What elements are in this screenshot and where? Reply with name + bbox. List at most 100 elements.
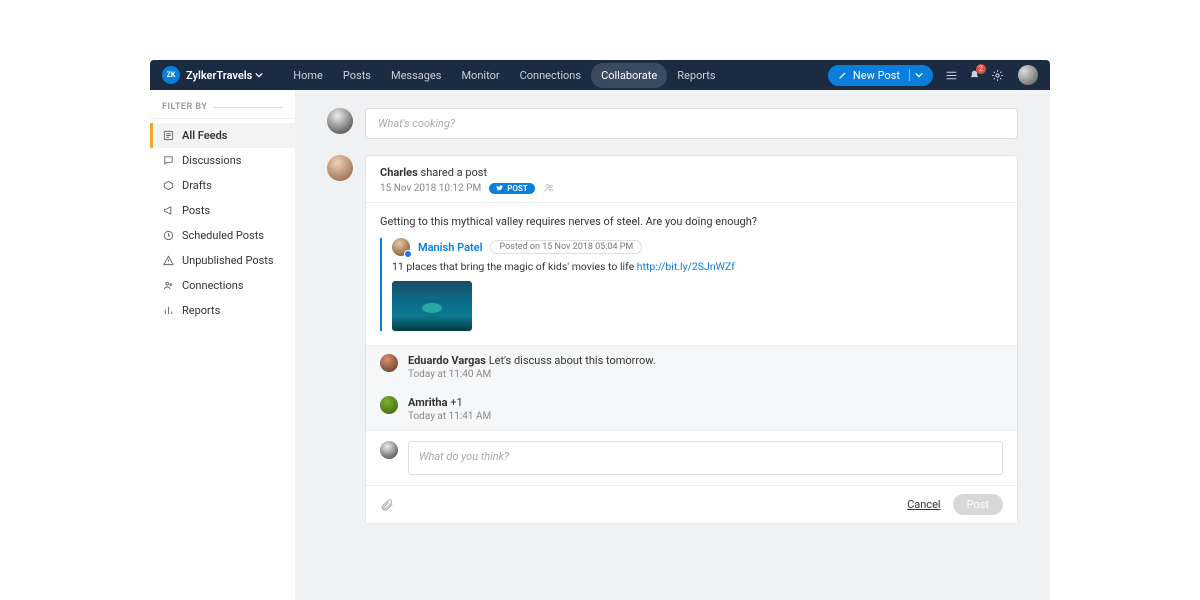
post-actions: Cancel Post <box>366 485 1017 523</box>
post-author-name: Charles <box>380 166 418 179</box>
comment-line: Amritha +1 <box>408 396 491 409</box>
post-verb: shared a post <box>421 166 488 179</box>
sidebar-item-scheduled[interactable]: Scheduled Posts <box>150 223 295 248</box>
sidebar-item-discussions[interactable]: Discussions <box>150 148 295 173</box>
shared-text: 11 places that bring the magic of kids' … <box>392 260 1003 273</box>
brand-dropdown-caret[interactable] <box>255 71 263 79</box>
shared-header: Manish Patel Posted on 15 Nov 2018 05:04… <box>392 238 1003 256</box>
comment-row: Amritha +1 Today at 11:41 AM <box>366 388 1017 430</box>
reply-box: What do you think? <box>366 430 1017 485</box>
user-avatar[interactable] <box>1018 65 1038 85</box>
sidebar-item-unpublished[interactable]: Unpublished Posts <box>150 248 295 273</box>
post-header: Charles shared a post 15 Nov 2018 10:12 … <box>366 156 1017 203</box>
comment-time: Today at 11:40 AM <box>408 369 656 380</box>
topbar-icons: 2 <box>945 65 1038 85</box>
post-type-badge: POST <box>489 183 534 194</box>
comment-text: +1 <box>450 396 462 409</box>
sidebar-item-all-feeds[interactable]: All Feeds <box>150 123 295 148</box>
nav-posts[interactable]: Posts <box>333 63 381 88</box>
post-badge-label: POST <box>507 184 527 193</box>
pencil-icon <box>838 70 848 80</box>
feed-icon <box>162 130 174 141</box>
nav-monitor[interactable]: Monitor <box>451 63 509 88</box>
comment-text: Let's discuss about this tomorrow. <box>489 354 656 367</box>
nav-connections[interactable]: Connections <box>510 63 591 88</box>
brand-logo: ZK <box>162 66 180 84</box>
filter-title: FILTER BY <box>150 102 295 119</box>
post-card: Charles shared a post 15 Nov 2018 10:12 … <box>365 155 1018 524</box>
nav-home[interactable]: Home <box>283 63 333 88</box>
comment-body: Eduardo Vargas Let's discuss about this … <box>408 354 656 380</box>
sidebar-item-posts[interactable]: Posts <box>150 198 295 223</box>
menu-icon[interactable] <box>945 69 958 82</box>
box-icon <box>162 180 174 191</box>
comment-author: Eduardo Vargas <box>408 354 486 367</box>
nav-messages[interactable]: Messages <box>381 63 451 88</box>
comment-body: Amritha +1 Today at 11:41 AM <box>408 396 491 422</box>
sidebar-item-label: Discussions <box>182 154 241 167</box>
nav-reports[interactable]: Reports <box>667 63 725 88</box>
shared-link[interactable]: http://bit.ly/2SJnWZf <box>637 260 735 273</box>
main-feed: What's cooking? Charles shared a post 15… <box>295 90 1050 600</box>
comment-author: Amritha <box>408 396 447 409</box>
attachment-icon[interactable] <box>380 498 394 512</box>
post-meta: 15 Nov 2018 10:12 PM POST <box>380 182 1003 194</box>
shared-author-name[interactable]: Manish Patel <box>418 241 482 254</box>
sidebar-item-label: Posts <box>182 204 210 217</box>
comment-line: Eduardo Vargas Let's discuss about this … <box>408 354 656 367</box>
comment-row: Eduardo Vargas Let's discuss about this … <box>366 346 1017 388</box>
gear-icon[interactable] <box>991 69 1004 82</box>
reply-avatar <box>380 441 398 459</box>
sidebar-item-connections[interactable]: Connections <box>150 273 295 298</box>
megaphone-icon <box>162 205 174 216</box>
nav-items: Home Posts Messages Monitor Connections … <box>283 63 725 88</box>
composer-row: What's cooking? <box>327 108 1018 139</box>
chevron-down-icon <box>915 71 923 79</box>
shared-post-block: Manish Patel Posted on 15 Nov 2018 05:04… <box>380 238 1003 331</box>
sidebar-item-label: Scheduled Posts <box>182 229 264 242</box>
post-author-avatar <box>327 155 353 181</box>
clock-icon <box>162 230 174 241</box>
new-post-button[interactable]: New Post <box>828 65 933 86</box>
facebook-badge-icon <box>404 250 412 258</box>
shared-time-pill: Posted on 15 Nov 2018 05:04 PM <box>490 240 642 254</box>
comments-section: Eduardo Vargas Let's discuss about this … <box>366 345 1017 430</box>
shared-image-thumbnail[interactable] <box>392 281 472 331</box>
new-post-label: New Post <box>853 69 900 82</box>
shared-author-avatar <box>392 238 410 256</box>
audience-icon <box>543 182 555 194</box>
nav-collaborate[interactable]: Collaborate <box>591 63 667 88</box>
comment-time: Today at 11:41 AM <box>408 411 491 422</box>
post-button[interactable]: Post <box>953 494 1003 515</box>
body: FILTER BY All Feeds Discussions Drafts <box>150 90 1050 600</box>
sidebar-item-drafts[interactable]: Drafts <box>150 173 295 198</box>
post-body: Getting to this mythical valley requires… <box>366 203 1017 345</box>
app-window: ZK ZylkerTravels Home Posts Messages Mon… <box>150 60 1050 600</box>
chat-icon <box>162 155 174 166</box>
sidebar-item-label: Drafts <box>182 179 212 192</box>
sidebar: FILTER BY All Feeds Discussions Drafts <box>150 90 295 600</box>
composer-input[interactable]: What's cooking? <box>365 108 1018 139</box>
sidebar-item-label: Reports <box>182 304 220 317</box>
cancel-link[interactable]: Cancel <box>907 498 940 511</box>
sidebar-list: All Feeds Discussions Drafts Posts Sched… <box>150 123 295 323</box>
reply-input[interactable]: What do you think? <box>408 441 1003 475</box>
warning-icon <box>162 255 174 266</box>
post-header-line: Charles shared a post <box>380 166 1003 179</box>
sidebar-item-label: All Feeds <box>182 129 227 142</box>
topbar: ZK ZylkerTravels Home Posts Messages Mon… <box>150 60 1050 90</box>
post-timestamp: 15 Nov 2018 10:12 PM <box>380 183 481 194</box>
sidebar-item-label: Unpublished Posts <box>182 254 274 267</box>
comment-avatar <box>380 396 398 414</box>
twitter-icon <box>496 184 504 192</box>
shared-text-content: 11 places that bring the magic of kids' … <box>392 260 637 273</box>
people-icon <box>162 280 174 291</box>
post-body-text: Getting to this mythical valley requires… <box>380 215 1003 228</box>
post-row: Charles shared a post 15 Nov 2018 10:12 … <box>327 155 1018 524</box>
brand-name[interactable]: ZylkerTravels <box>186 69 252 82</box>
filter-title-label: FILTER BY <box>162 102 207 112</box>
composer-avatar <box>327 108 353 134</box>
notification-badge: 2 <box>976 64 986 74</box>
bell-icon[interactable]: 2 <box>968 69 981 82</box>
sidebar-item-reports[interactable]: Reports <box>150 298 295 323</box>
